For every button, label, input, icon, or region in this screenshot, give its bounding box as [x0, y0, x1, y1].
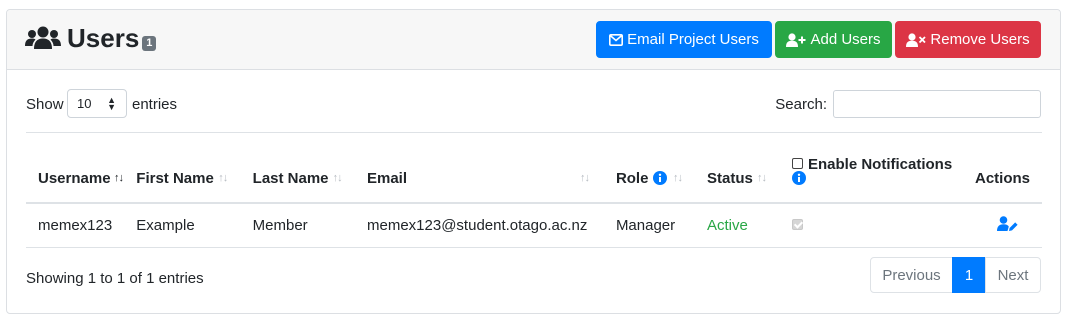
- email-button-label: Email Project Users: [627, 31, 759, 48]
- table-row: memex123 Example Member memex123@student…: [26, 203, 1042, 248]
- sort-icon: ↑↓: [757, 171, 767, 184]
- search-input[interactable]: [833, 90, 1041, 118]
- info-circle-icon[interactable]: [652, 170, 667, 185]
- notification-checkbox: [792, 218, 803, 230]
- page-title: Users 1: [25, 20, 157, 56]
- page-size-select[interactable]: 10 ▲ ▼: [67, 89, 127, 118]
- page-size-value: 10: [77, 96, 92, 111]
- select-caret-icon: ▲ ▼: [107, 95, 116, 112]
- remove-button-label: Remove Users: [930, 31, 1030, 48]
- pagination-page-1[interactable]: 1: [952, 257, 986, 293]
- table-info: Showing 1 to 1 of 1 entries: [26, 270, 204, 287]
- sort-icon: ↑↓: [580, 171, 590, 184]
- enable-notifications-header: Enable Notifications: [792, 156, 952, 173]
- table-controls: Show 10 ▲ ▼ entries Search:: [26, 89, 1041, 119]
- envelope-icon: [609, 33, 624, 46]
- user-count-badge: 1: [142, 35, 157, 51]
- col-last-name[interactable]: Last Name ↑↓: [253, 133, 367, 203]
- remove-users-button[interactable]: Remove Users: [895, 21, 1041, 58]
- cell-notifications: [792, 203, 963, 248]
- pagination: Previous 1 Next: [870, 257, 1041, 293]
- user-times-icon: [906, 32, 927, 47]
- add-users-button[interactable]: Add Users: [775, 21, 892, 58]
- col-email[interactable]: Email ↑↓: [367, 133, 616, 203]
- col-role[interactable]: Role ↑↓: [616, 133, 707, 203]
- col-notifications: Enable Notifications: [792, 133, 963, 203]
- users-card: Users 1 Email Project Users Add Users Re…: [6, 9, 1061, 314]
- col-first-name[interactable]: First Name ↑↓: [136, 133, 252, 203]
- user-edit-icon[interactable]: [997, 215, 1018, 231]
- enable-notifications-checkbox[interactable]: [792, 158, 803, 169]
- col-status[interactable]: Status ↑↓: [707, 133, 792, 203]
- col-actions: Actions: [974, 169, 1030, 187]
- sort-icon: ↑↓: [672, 171, 683, 184]
- entries-label: entries: [132, 96, 178, 113]
- cell-first-name: Example: [136, 216, 195, 234]
- sort-asc-icon: ↑↓: [114, 171, 124, 184]
- email-project-users-button[interactable]: Email Project Users: [596, 21, 772, 58]
- show-label: Show: [26, 96, 64, 113]
- sort-icon: ↑↓: [332, 171, 343, 184]
- title-text: Users: [67, 22, 140, 53]
- cell-last-name: Member: [252, 216, 308, 234]
- cell-status: Active: [707, 216, 748, 234]
- table-header-row: Username ↑↓ First Name ↑↓ Last Name ↑↓ E…: [26, 132, 1042, 203]
- pagination-previous[interactable]: Previous: [870, 257, 953, 293]
- users-icon: [25, 26, 61, 49]
- cell-email: memex123@student.otago.ac.nz: [367, 216, 588, 234]
- users-table: Username ↑↓ First Name ↑↓ Last Name ↑↓ E…: [26, 132, 1042, 248]
- pagination-next[interactable]: Next: [985, 257, 1041, 293]
- sort-icon: ↑↓: [218, 171, 228, 184]
- user-plus-icon: [786, 32, 806, 47]
- cell-username: memex123: [38, 216, 113, 234]
- cell-actions: [963, 203, 1042, 248]
- col-username[interactable]: Username ↑↓: [26, 133, 136, 203]
- cell-role: Manager: [615, 216, 676, 234]
- card-header: Users 1 Email Project Users Add Users Re…: [7, 10, 1060, 70]
- search-label: Search:: [775, 96, 827, 113]
- add-button-label: Add Users: [810, 31, 881, 48]
